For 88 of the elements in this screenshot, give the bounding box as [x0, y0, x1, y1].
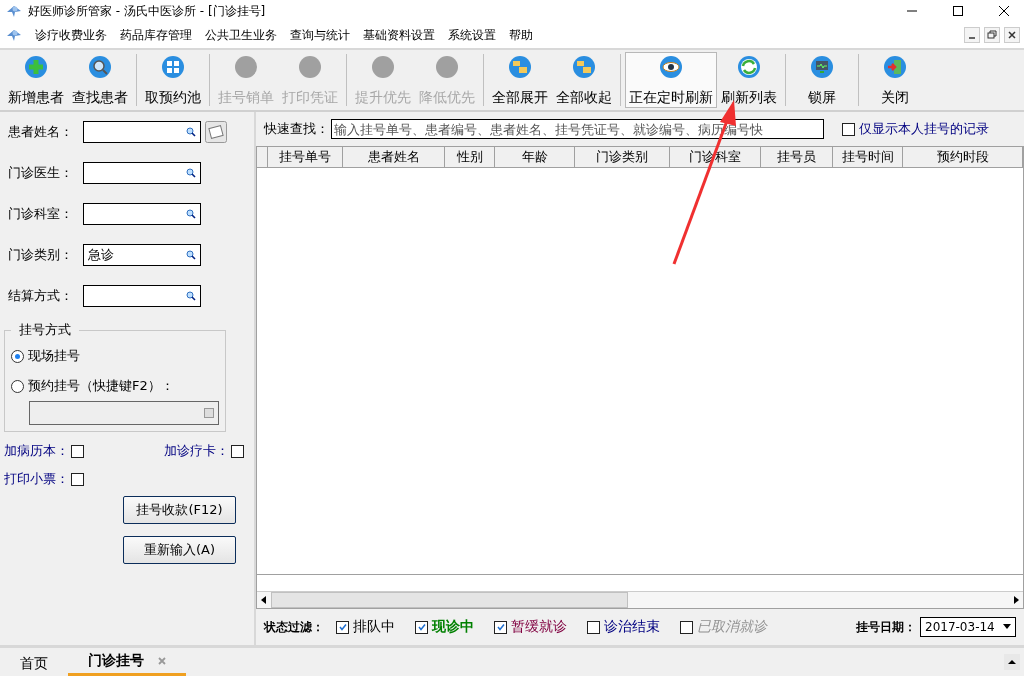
date-field[interactable] [29, 401, 219, 425]
checkbox[interactable] [494, 620, 507, 634]
column-header[interactable]: 挂号单号 [268, 147, 343, 167]
field-label: 患者姓名： [8, 123, 74, 141]
toolbar-button[interactable]: 取预约池 [141, 52, 205, 108]
window-title: 好医师诊所管家 - 汤氏中医诊所 - [门诊挂号] [28, 2, 266, 20]
toolbar-button[interactable]: 全部收起 [552, 52, 616, 108]
maximize-icon[interactable] [952, 5, 964, 17]
close-icon[interactable] [998, 5, 1010, 17]
toolbar-button[interactable]: 全部展开 [488, 52, 552, 108]
eye-icon [659, 55, 683, 79]
app-logo-icon [6, 3, 22, 19]
action-button[interactable]: 挂号收款(F12) [123, 496, 236, 524]
search-icon[interactable] [186, 291, 196, 301]
lookup-field[interactable] [83, 121, 201, 143]
menu-item[interactable]: 查询与统计 [290, 26, 350, 44]
minimize-icon[interactable] [964, 27, 980, 43]
menu-item[interactable]: 帮助 [509, 26, 533, 44]
checkbox-option[interactable]: 加病历本： [4, 442, 164, 460]
checkbox[interactable] [587, 620, 600, 634]
field-label: 门诊类别： [8, 246, 74, 264]
lookup-field[interactable] [83, 285, 201, 307]
search-icon[interactable] [186, 168, 196, 178]
lookup-field[interactable] [83, 203, 201, 225]
circle-icon [234, 55, 258, 79]
search-label: 快速查找： [264, 120, 329, 138]
toolbar-button[interactable]: 新增患者 [4, 52, 68, 108]
lookup-field[interactable] [83, 162, 201, 184]
checkbox-option[interactable]: 仅显示本人挂号的记录 [842, 120, 989, 138]
status-filter-label[interactable]: 现诊中 [432, 618, 474, 636]
scroll-up-icon[interactable] [1004, 654, 1020, 670]
dropdown-caret-icon[interactable] [1003, 624, 1011, 630]
status-filter-label[interactable]: 排队中 [353, 618, 395, 636]
restore-icon[interactable] [984, 27, 1000, 43]
search-icon [88, 55, 112, 79]
folders-icon [572, 55, 596, 79]
document-tab[interactable]: 首页 [0, 652, 68, 676]
checkbox[interactable] [415, 620, 428, 634]
toolbar-button[interactable]: 锁屏 [790, 52, 854, 108]
exit-icon [883, 55, 907, 79]
search-icon[interactable] [186, 127, 196, 137]
menu-item[interactable]: 系统设置 [448, 26, 496, 44]
card-reader-icon[interactable] [205, 121, 227, 143]
field-label: 门诊科室： [8, 205, 74, 223]
document-tab[interactable]: 门诊挂号 [68, 649, 186, 676]
search-icon[interactable] [186, 250, 196, 260]
status-filter-label[interactable]: 暂缓就诊 [511, 618, 567, 636]
checkbox[interactable] [680, 620, 693, 634]
menu-item[interactable]: 诊疗收费业务 [35, 26, 107, 44]
column-header[interactable]: 预约时段 [903, 147, 1023, 167]
action-button[interactable]: 重新输入(A) [123, 536, 236, 564]
menu-item[interactable]: 药品库存管理 [120, 26, 192, 44]
radio-option[interactable]: 现场挂号 [11, 341, 219, 371]
column-header[interactable]: 年龄 [495, 147, 575, 167]
field-label: 结算方式： [8, 287, 74, 305]
checkbox-option[interactable]: 打印小票： [4, 470, 164, 488]
column-header[interactable]: 性别 [445, 147, 495, 167]
refresh-icon [737, 55, 761, 79]
group-title: 挂号方式 [18, 321, 72, 339]
toolbar-button[interactable]: 关闭 [863, 52, 927, 108]
status-filter-label[interactable]: 诊治结束 [604, 618, 660, 636]
menu-item[interactable]: 公共卫生业务 [205, 26, 277, 44]
app-logo-icon [6, 27, 22, 43]
column-header[interactable]: 患者姓名 [343, 147, 445, 167]
checkbox[interactable] [336, 620, 349, 634]
lookup-field[interactable]: 急诊 [83, 244, 201, 266]
folders-icon [508, 55, 532, 79]
column-header[interactable]: 挂号时间 [833, 147, 903, 167]
circle-icon [371, 55, 395, 79]
menu-item[interactable]: 基础资料设置 [363, 26, 435, 44]
filter-label: 状态过滤： [264, 618, 324, 636]
search-icon[interactable] [186, 209, 196, 219]
toolbar-button[interactable]: 查找患者 [68, 52, 132, 108]
checkbox-option[interactable]: 加诊疗卡： [164, 442, 248, 460]
add-icon [24, 55, 48, 79]
grid-icon [161, 55, 185, 79]
toolbar-button[interactable]: 刷新列表 [717, 52, 781, 108]
field-label: 门诊医生： [8, 164, 74, 182]
date-picker[interactable]: 2017-03-14 [920, 617, 1016, 637]
column-header[interactable]: 挂号员 [761, 147, 833, 167]
circle-icon [435, 55, 459, 79]
date-label: 挂号日期： [856, 618, 916, 636]
monitor-icon [810, 55, 834, 79]
circle-icon [298, 55, 322, 79]
horizontal-scrollbar[interactable] [257, 591, 1023, 608]
column-header[interactable]: 门诊类别 [575, 147, 670, 167]
radio-option[interactable]: 预约挂号（快捷键F2）： [11, 371, 219, 401]
toolbar-button[interactable]: 正在定时刷新 [625, 52, 717, 108]
